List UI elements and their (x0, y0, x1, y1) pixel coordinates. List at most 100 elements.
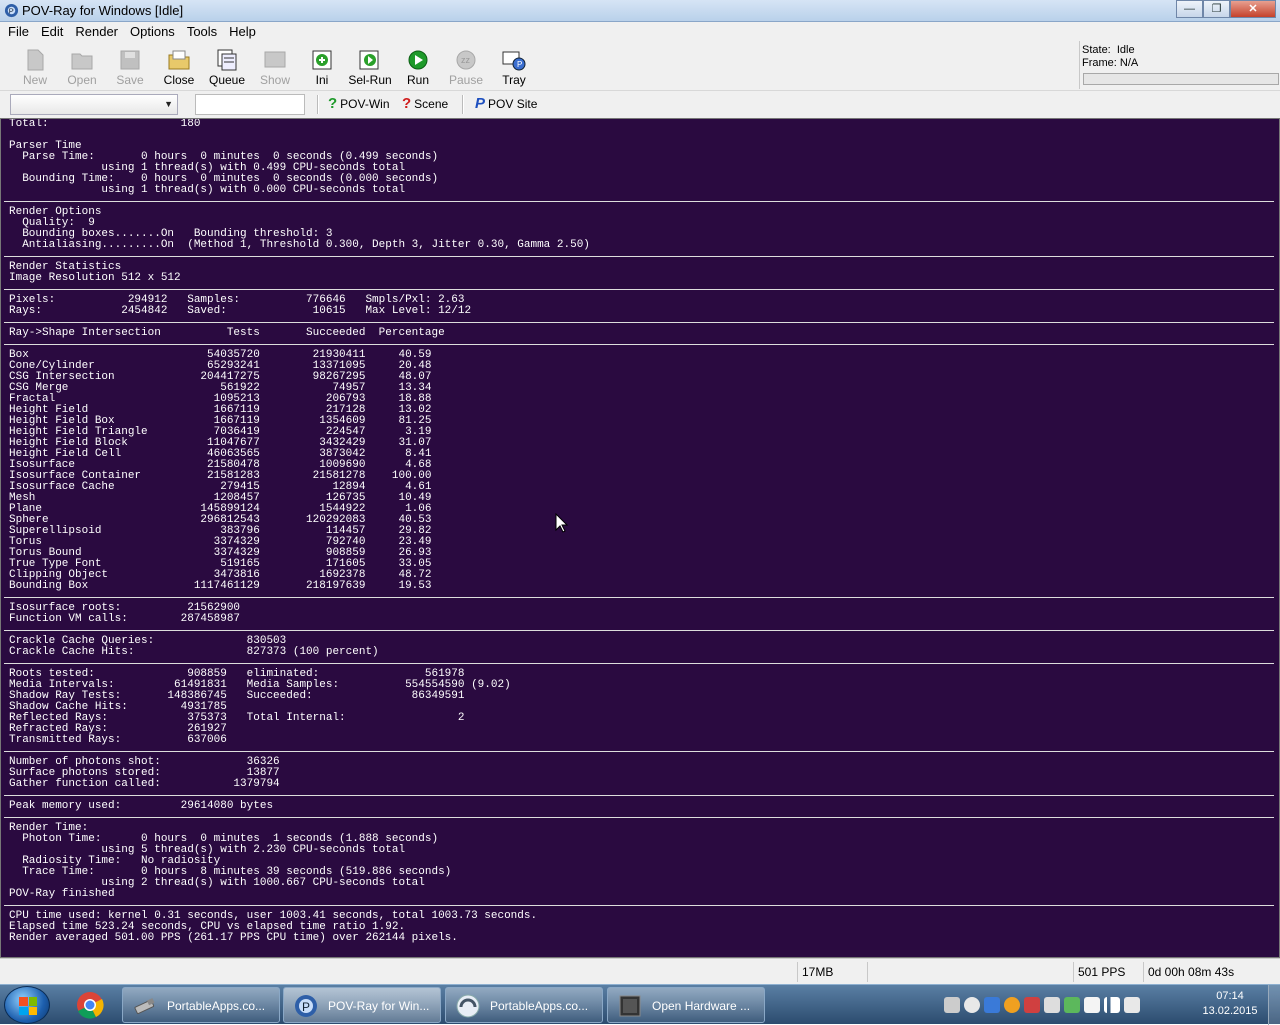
queue-icon (215, 48, 239, 72)
close-button[interactable]: Close (155, 45, 203, 89)
section-divider (1, 339, 1277, 350)
volume-icon[interactable] (1124, 997, 1140, 1013)
new-label: New (22, 73, 47, 87)
title-bar: P POV-Ray for Windows [Idle] — ❐ ✕ (0, 0, 1280, 22)
chrome-icon (77, 992, 104, 1019)
ini-combo-box[interactable]: ▼ (10, 94, 178, 115)
message-line: Render Options (9, 206, 102, 218)
message-window[interactable]: Total: 180 Parser Time Parse Time: 0 hour… (0, 118, 1280, 958)
message-line: using 1 thread(s) with 0.000 CPU-seconds… (9, 184, 406, 196)
svg-text:P: P (9, 6, 14, 15)
message-line: Rays: 2454842 Saved: 10615 Max Level: 12… (9, 305, 472, 317)
menu-tools[interactable]: Tools (181, 24, 223, 39)
toolbar-separator (317, 95, 319, 114)
status-spacer (867, 962, 1073, 982)
tray-sound-app-icon[interactable] (1024, 997, 1040, 1013)
action-center-flag-icon[interactable] (1084, 997, 1100, 1013)
section-divider (1, 812, 1277, 823)
menu-bar: File Edit Render Options Tools Help (0, 22, 1280, 41)
section-divider (1, 658, 1277, 669)
menu-file[interactable]: File (2, 24, 35, 39)
tray-network-icon[interactable] (984, 997, 1000, 1013)
section-divider (1, 196, 1277, 207)
portableapps-icon (456, 994, 480, 1018)
status-bar: 17MB 501 PPS 0d 00h 08m 43s (0, 958, 1280, 984)
povray-app-icon: P (4, 3, 19, 18)
close-label: Close (163, 73, 195, 87)
pause-button[interactable]: zz Pause (442, 45, 490, 89)
sel-run-button[interactable]: Sel-Run (346, 45, 394, 89)
task-povray[interactable]: P POV-Ray for Win... (283, 987, 441, 1023)
tray-sync-icon[interactable] (964, 997, 980, 1013)
tray-update-icon[interactable] (1004, 997, 1020, 1013)
maximize-button[interactable]: ❐ (1203, 0, 1230, 18)
chrome-pinned-button[interactable] (62, 987, 118, 1023)
pov-site-icon: P (475, 95, 486, 112)
svg-text:P: P (302, 1000, 310, 1014)
section-divider (1, 317, 1277, 328)
show-desktop-button[interactable] (1268, 985, 1280, 1025)
pause-label: Pause (448, 73, 484, 87)
tray-security-icon[interactable] (1064, 997, 1080, 1013)
state-label: State: Idle (1082, 44, 1135, 56)
message-line: Peak memory used: 29614080 bytes (9, 800, 274, 812)
message-line: Image Resolution 512 x 512 (9, 272, 181, 284)
show-button[interactable]: Show (251, 45, 299, 89)
task-portableapps-2[interactable]: PortableApps.co... (445, 987, 603, 1023)
menu-options[interactable]: Options (124, 24, 181, 39)
network-signal-icon[interactable] (1104, 997, 1120, 1013)
message-line: Bounding Box 1117461129 218197639 19.53 (9, 580, 432, 592)
close-folder-icon (167, 48, 191, 72)
pov-site-link[interactable]: P POV Site (475, 95, 537, 112)
ini-label: Ini (315, 73, 329, 87)
status-message (0, 962, 797, 982)
clock-date: 13.02.2015 (1202, 1005, 1258, 1017)
ini-icon (310, 48, 334, 72)
taskbar-clock[interactable]: 07:14 13.02.2015 (1192, 989, 1268, 1019)
pov-win-help-link[interactable]: ? POV-Win (328, 96, 390, 111)
menu-render[interactable]: Render (69, 24, 124, 39)
elapsed-time: 0d 00h 08m 43s (1143, 962, 1278, 982)
run-button[interactable]: Run (394, 45, 442, 89)
render-status-pane: State: Idle Frame: N/A (1079, 41, 1280, 89)
svg-text:P: P (517, 60, 522, 69)
show-label: Show (259, 73, 291, 87)
frame-value: N/A (1119, 57, 1139, 69)
task-portableapps-1[interactable]: PortableApps.co... (122, 987, 280, 1023)
tray-device-icon[interactable] (1044, 997, 1060, 1013)
command-line-input[interactable] (195, 94, 305, 115)
message-line: Total: 180 (9, 118, 201, 130)
state-value: Idle (1116, 44, 1135, 56)
minimize-button[interactable]: — (1176, 0, 1203, 18)
sel-run-label: Sel-Run (348, 73, 392, 87)
povray-icon: P (295, 995, 317, 1017)
queue-button[interactable]: Queue (203, 45, 251, 89)
message-line: Ray->Shape Intersection Tests Succeeded … (9, 327, 445, 339)
open-label: Open (67, 73, 97, 87)
message-line: Antialiasing.........On (Method 1, Thres… (9, 239, 590, 251)
message-line: Render averaged 501.00 PPS (261.17 PPS C… (9, 932, 458, 944)
notification-area (944, 987, 1194, 1023)
hardware-monitor-icon (619, 995, 641, 1017)
section-divider (1, 625, 1277, 636)
scene-help-link[interactable]: ? Scene (402, 95, 448, 112)
close-window-button[interactable]: ✕ (1230, 0, 1276, 18)
tray-label: Tray (502, 73, 526, 87)
new-button[interactable]: New (11, 45, 59, 89)
mouse-pointer-icon (555, 513, 569, 533)
help-question-icon: ? (402, 95, 412, 112)
save-icon (118, 48, 142, 72)
menu-edit[interactable]: Edit (35, 24, 69, 39)
task-open-hardware[interactable]: Open Hardware ... (607, 987, 765, 1023)
section-divider (1, 592, 1277, 603)
windows-logo-icon (19, 997, 37, 1015)
open-button[interactable]: Open (58, 45, 106, 89)
tray-app-icon[interactable] (944, 997, 960, 1013)
menu-help[interactable]: Help (223, 24, 262, 39)
tray-button[interactable]: P Tray (490, 45, 538, 89)
ini-button[interactable]: Ini (298, 45, 346, 89)
windows-taskbar: PortableApps.co... P POV-Ray for Win... … (0, 984, 1280, 1025)
open-folder-icon (70, 48, 94, 72)
save-button[interactable]: Save (106, 45, 154, 89)
start-button[interactable] (4, 986, 50, 1024)
